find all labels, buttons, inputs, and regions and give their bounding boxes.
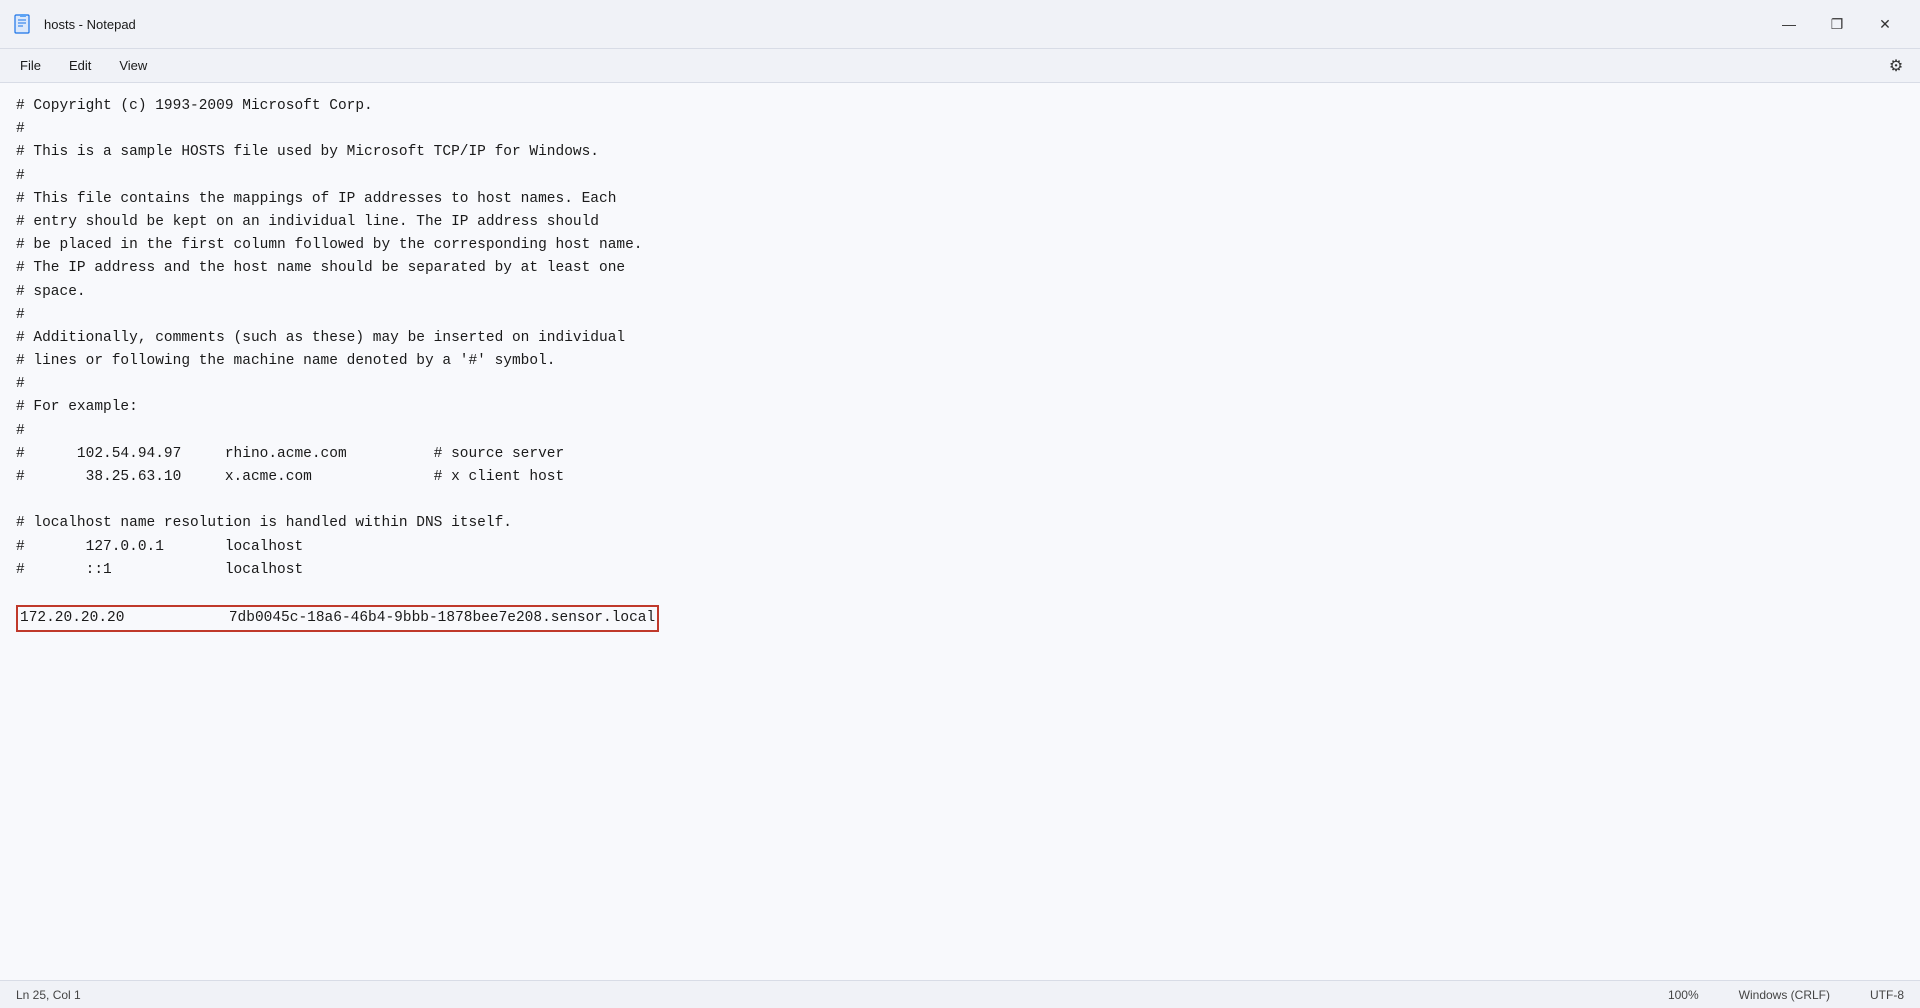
cursor-position: Ln 25, Col 1: [16, 988, 81, 1002]
editor-content: # Copyright (c) 1993-2009 Microsoft Corp…: [16, 95, 1904, 632]
status-right: 100% Windows (CRLF) UTF-8: [1668, 988, 1904, 1002]
menu-edit[interactable]: Edit: [57, 54, 103, 77]
close-button[interactable]: ✕: [1862, 8, 1908, 40]
menu-items: File Edit View: [8, 54, 159, 77]
minimize-button[interactable]: —: [1766, 8, 1812, 40]
highlighted-entry: 172.20.20.20 7db0045c-18a6-46b4-9bbb-187…: [16, 605, 659, 632]
encoding: UTF-8: [1870, 988, 1904, 1002]
notepad-app-icon: [12, 13, 34, 35]
menu-file[interactable]: File: [8, 54, 53, 77]
title-bar-left: hosts - Notepad: [12, 13, 136, 35]
maximize-button[interactable]: ❐: [1814, 8, 1860, 40]
menu-bar: File Edit View ⚙: [0, 49, 1920, 83]
menu-view[interactable]: View: [107, 54, 159, 77]
line-ending: Windows (CRLF): [1739, 988, 1830, 1002]
title-bar-controls: — ❐ ✕: [1766, 8, 1908, 40]
editor-area[interactable]: # Copyright (c) 1993-2009 Microsoft Corp…: [0, 83, 1920, 980]
settings-icon[interactable]: ⚙: [1880, 50, 1912, 82]
zoom-level: 100%: [1668, 988, 1699, 1002]
status-bar: Ln 25, Col 1 100% Windows (CRLF) UTF-8: [0, 980, 1920, 1008]
title-bar: hosts - Notepad — ❐ ✕: [0, 0, 1920, 49]
window-title: hosts - Notepad: [44, 17, 136, 32]
